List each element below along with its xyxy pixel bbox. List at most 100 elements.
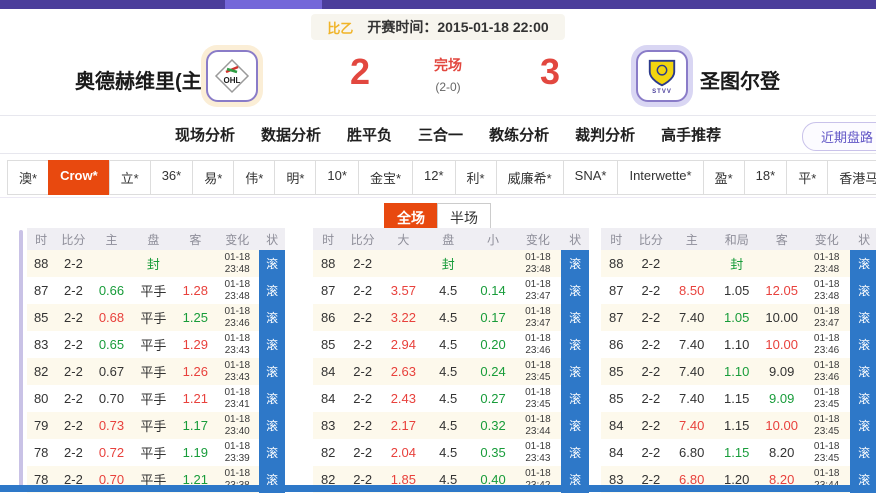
cell-score: 2-2 xyxy=(343,304,382,331)
cell-home-odds: 0.70 xyxy=(91,385,131,412)
cell-change-time: 01-1823:47 xyxy=(803,304,850,331)
bookmaker-tab-label: 明* xyxy=(286,171,304,186)
bookmaker-tab-label: 12* xyxy=(424,168,444,183)
table-row: 80 2-2 0.70 平手 1.21 01-1823:41 滚 xyxy=(27,385,285,412)
cell-handicap: 平手 xyxy=(131,439,175,466)
cell-draw-odds: 1.05 xyxy=(713,304,760,331)
cell-change-time: 01-1823:47 xyxy=(514,277,561,304)
cell-draw-odds: 1.10 xyxy=(713,331,760,358)
cell-live-status: 滚 xyxy=(259,412,285,439)
bookmaker-tab[interactable]: 盈* xyxy=(703,160,745,195)
handicap-rows: 88 2-2 封 01-1823:48 滚 87 2-2 0.66 平手 1.2… xyxy=(27,250,285,493)
overunder-rows: 88 2-2 封 01-1823:48 滚 87 2-2 3.57 4.5 0.… xyxy=(313,250,589,493)
table-row: 87 2-2 3.57 4.5 0.14 01-1823:47 滚 xyxy=(313,277,589,304)
period-toggle-label: 半场 xyxy=(450,210,478,226)
cell-live-status: 滚 xyxy=(561,304,589,331)
cell-minute: 86 xyxy=(601,331,631,358)
bookmaker-tab[interactable]: 明* xyxy=(274,160,316,195)
bookmaker-tab[interactable]: 18* xyxy=(744,160,788,195)
cell-score: 2-2 xyxy=(343,250,382,277)
bookmaker-tab[interactable]: 金宝* xyxy=(358,160,413,195)
cell-away-win-odds: 10.00 xyxy=(760,412,803,439)
table-header: 时 比分 主 和局 客 变化 状 xyxy=(601,228,876,250)
nav-tab[interactable]: 高手推荐 xyxy=(661,124,721,145)
cell-away-odds: 1.28 xyxy=(175,277,215,304)
bookmaker-tab[interactable]: 伟* xyxy=(233,160,275,195)
cell-score: 2-2 xyxy=(631,412,670,439)
cell-minute: 83 xyxy=(313,412,343,439)
bookmaker-tab-label: 金宝* xyxy=(370,171,401,186)
bookmaker-tab[interactable]: 平* xyxy=(786,160,828,195)
cell-minute: 84 xyxy=(601,439,631,466)
cell-minute: 83 xyxy=(27,331,55,358)
match-header: 比乙 开赛时间：2015-01-18 22:00 奥德赫维里(主) OHL 2 … xyxy=(0,14,876,116)
bottom-blue-bar xyxy=(0,485,876,492)
cell-away-odds: 1.29 xyxy=(175,331,215,358)
bookmaker-tab-label: 36* xyxy=(162,168,182,183)
bookmaker-tab[interactable]: 利* xyxy=(455,160,497,195)
bookmaker-tab[interactable]: SNA* xyxy=(563,160,619,195)
cell-handicap: 平手 xyxy=(131,358,175,385)
bookmaker-tab[interactable]: 澳* xyxy=(7,160,49,195)
cell-home-odds xyxy=(91,250,131,277)
bookmaker-tab-label: SNA* xyxy=(575,168,607,183)
cell-change-time: 01-1823:48 xyxy=(215,250,259,277)
header-time: 时 xyxy=(27,228,55,250)
bookmaker-tab[interactable]: 易* xyxy=(192,160,234,195)
bookmaker-tab[interactable]: Interwette* xyxy=(617,160,703,195)
cell-line: 4.5 xyxy=(425,412,472,439)
odds-table-1x2: 时 比分 主 和局 客 变化 状 88 2-2 封 01-1823:48 滚 8… xyxy=(601,228,876,493)
nav-tab[interactable]: 三合一 xyxy=(418,124,463,145)
cell-score: 2-2 xyxy=(343,439,382,466)
bookmaker-tab[interactable]: 10* xyxy=(315,160,359,195)
cell-away-odds xyxy=(175,250,215,277)
cell-score: 2-2 xyxy=(343,358,382,385)
cell-live-status: 滚 xyxy=(561,277,589,304)
table-row: 84 2-2 7.40 1.15 10.00 01-1823:45 滚 xyxy=(601,412,876,439)
header-time: 时 xyxy=(313,228,343,250)
cell-live-status: 滚 xyxy=(850,304,876,331)
nav-tab[interactable]: 现场分析 xyxy=(175,124,235,145)
match-info-box: 比乙 开赛时间：2015-01-18 22:00 xyxy=(311,14,564,40)
cell-home-odds: 0.65 xyxy=(91,331,131,358)
cell-away-win-odds: 12.05 xyxy=(760,277,803,304)
cell-over-odds: 2.63 xyxy=(382,358,425,385)
table-row: 86 2-2 3.22 4.5 0.17 01-1823:47 滚 xyxy=(313,304,589,331)
cell-minute: 85 xyxy=(313,331,343,358)
header-handicap: 盘 xyxy=(131,228,175,250)
cell-minute: 84 xyxy=(601,412,631,439)
cell-change-time: 01-1823:46 xyxy=(803,358,850,385)
cell-change-time: 01-1823:39 xyxy=(215,439,259,466)
bookmaker-tab[interactable]: 威廉希* xyxy=(496,160,564,195)
cell-change-time: 01-1823:46 xyxy=(514,331,561,358)
nav-tab[interactable]: 裁判分析 xyxy=(575,124,635,145)
bookmaker-tab[interactable]: Crow* xyxy=(48,160,110,195)
table-row: 82 2-2 0.67 平手 1.26 01-1823:43 滚 xyxy=(27,358,285,385)
bookmaker-tab[interactable]: 12* xyxy=(412,160,456,195)
cell-handicap: 平手 xyxy=(131,331,175,358)
table-row: 87 2-2 8.50 1.05 12.05 01-1823:48 滚 xyxy=(601,277,876,304)
cell-under-odds xyxy=(472,250,515,277)
nav-tab[interactable]: 胜平负 xyxy=(347,124,392,145)
home-team-logo: OHL xyxy=(201,45,263,107)
cell-score: 2-2 xyxy=(55,277,91,304)
cell-away-odds: 1.26 xyxy=(175,358,215,385)
nav-tab[interactable]: 教练分析 xyxy=(489,124,549,145)
away-logo-text: STVV xyxy=(652,89,672,95)
cell-home-win-odds xyxy=(670,250,713,277)
cell-change-time: 01-1823:46 xyxy=(215,304,259,331)
bookmaker-tabs: 澳* Crow* 立* 36* 易* 伟* 明* 10* 金宝* 12* 利* … xyxy=(8,160,876,195)
cell-minute: 87 xyxy=(601,277,631,304)
header-line: 盘 xyxy=(425,228,472,250)
nav-tab[interactable]: 数据分析 xyxy=(261,124,321,145)
bookmaker-tab[interactable]: 36* xyxy=(150,160,194,195)
cell-under-odds: 0.27 xyxy=(472,385,515,412)
recent-trend-button[interactable]: 近期盘路 xyxy=(802,122,876,151)
cell-line: 4.5 xyxy=(425,277,472,304)
cell-line: 4.5 xyxy=(425,358,472,385)
bookmaker-tab[interactable]: 立* xyxy=(109,160,151,195)
cell-under-odds: 0.24 xyxy=(472,358,515,385)
cell-change-time: 01-1823:45 xyxy=(514,358,561,385)
bookmaker-tab[interactable]: 香港马* xyxy=(827,160,876,195)
cell-live-status: 滚 xyxy=(850,331,876,358)
